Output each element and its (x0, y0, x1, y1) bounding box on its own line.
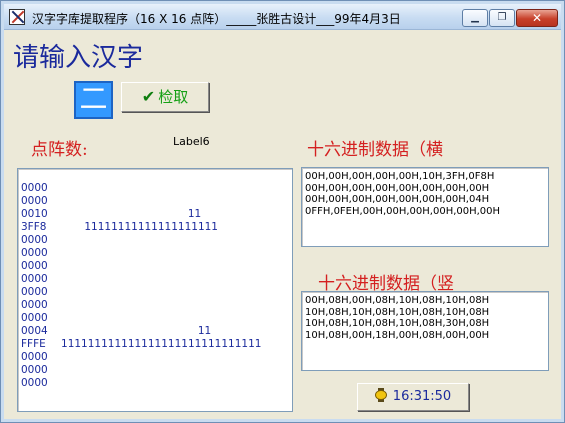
dot-matrix-row: 0000 (21, 312, 51, 325)
dot-row-hex: 0000 (21, 247, 48, 259)
dot-row-hex: 3FF8 (21, 221, 47, 233)
dot-row-hex: 0000 (21, 351, 48, 363)
dot-row-hex: 0000 (21, 299, 48, 311)
hex-horizontal-line: 00H,00H,00H,00H,00H,10H,3FH,0F8H (305, 171, 495, 182)
hex-vertical-line: 10H,08H,00H,18H,00H,08H,00H,00H (305, 329, 490, 341)
dot-matrix-row: 0000 (21, 260, 51, 273)
dot-matrix-row: 3FF8 11111111111111111111 (21, 221, 218, 234)
stopwatch-icon (374, 388, 387, 402)
page-heading: 请输入汉字 (13, 43, 144, 73)
close-button[interactable]: ✕ (516, 9, 558, 27)
dot-matrix-row: 0000 (21, 234, 51, 247)
dot-row-hex: 0000 (21, 273, 48, 285)
checkmark-icon: ✔ (141, 87, 156, 106)
dot-count-label: 点阵数: (31, 140, 88, 160)
title-bar[interactable]: 汉字字库提取程序（16 X 16 点阵）_____张胜古设计___99年4月3日… (4, 4, 561, 30)
hex-horizontal-line: 0FFH,0FEH,00H,00H,00H,00H,00H,00H (305, 205, 501, 217)
minimize-button[interactable]: ▁ (462, 9, 488, 27)
dot-matrix-row: 0000 (21, 195, 51, 208)
time-label: 16:31:50 (392, 389, 452, 404)
time-button[interactable]: 16:31:50 (357, 383, 469, 411)
dot-matrix-row: 0000 (21, 182, 51, 195)
dot-row-hex: 0000 (21, 364, 48, 376)
hex-horizontal-label: 十六进制数据（横 (307, 140, 443, 160)
hex-horizontal-line: 00H,00H,00H,00H,00H,00H,00H,00H (305, 182, 490, 194)
dot-row-bits: 11 (51, 208, 202, 220)
hex-vertical-textbox[interactable]: 00H,08H,00H,08H,10H,08H,10H,08H 10H,08H,1… (301, 291, 549, 371)
dot-matrix-row: 0000 (21, 299, 51, 312)
fetch-button[interactable]: ✔ 检取 (121, 82, 209, 112)
label6: Label6 (173, 135, 210, 148)
dot-row-hex: 0004 (21, 325, 48, 337)
dot-row-hex: 0000 (21, 195, 48, 207)
app-window: 汉字字库提取程序（16 X 16 点阵）_____张胜古设计___99年4月3日… (0, 0, 565, 423)
hex-horizontal-textbox[interactable]: 00H,00H,00H,00H,00H,10H,3FH,0F8H 00H,00H,… (301, 167, 549, 247)
dot-row-hex: 0000 (21, 312, 48, 324)
dot-matrix-row: 0004 11 (21, 325, 211, 338)
dot-matrix-row: FFFE 111111111111111111111111111111 (21, 338, 261, 351)
hex-horizontal-line: 00H,00H,00H,00H,00H,00H,00H,04H (305, 194, 490, 205)
dot-row-hex: 0000 (21, 182, 48, 194)
app-icon[interactable] (9, 9, 25, 25)
dot-row-hex: 0000 (21, 377, 48, 389)
dot-matrix-row: 0010 11 (21, 208, 201, 221)
dot-matrix-row: 0000 (21, 273, 51, 286)
dot-row-hex: 0000 (21, 260, 48, 272)
dot-matrix-row: 0000 (21, 364, 51, 377)
dot-row-hex: FFFE (21, 338, 46, 350)
dot-row-hex: 0000 (21, 234, 48, 246)
dot-matrix-row: 0000 (21, 247, 51, 260)
dot-row-hex: 0000 (21, 286, 48, 298)
fetch-button-label: 检取 (158, 88, 189, 106)
window-title: 汉字字库提取程序（16 X 16 点阵）_____张胜古设计___99年4月3日 (32, 12, 401, 26)
dot-matrix-row: 0000 (21, 286, 51, 299)
chinese-char-input[interactable]: 二 (74, 81, 113, 119)
dot-row-hex: 0010 (21, 208, 48, 220)
maximize-button[interactable]: ❐ (489, 9, 515, 27)
dot-matrix-row: 0000 (21, 351, 51, 364)
dot-row-bits: 11 (51, 325, 212, 337)
dot-matrix-row: 0000 (21, 377, 51, 390)
dot-matrix-textbox[interactable]: 0000 0000 0010 11 3FF8 11111111111111111111… (17, 168, 293, 412)
dot-row-bits: 11111111111111111111 (51, 221, 218, 233)
hex-vertical-line: 10H,08H,10H,08H,10H,08H,10H,08H (305, 306, 490, 318)
hex-vertical-line: 10H,08H,10H,08H,10H,08H,30H,08H (305, 318, 490, 329)
hex-vertical-line: 00H,08H,00H,08H,10H,08H,10H,08H (305, 295, 490, 306)
dot-row-bits: 111111111111111111111111111111 (51, 338, 262, 350)
